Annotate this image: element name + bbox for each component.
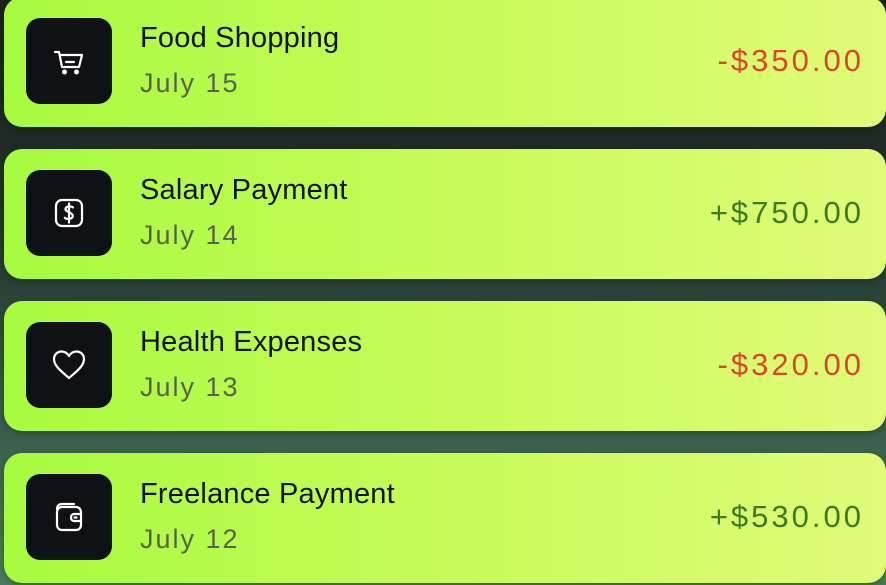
shopping-cart-icon [26,18,112,104]
transaction-item-health-expenses[interactable]: Health Expenses July 13 -$320.00 [4,301,886,431]
transaction-item-food-shopping[interactable]: Food Shopping July 15 -$350.00 [4,0,886,127]
transaction-item-freelance-payment[interactable]: Freelance Payment July 12 +$530.00 [4,453,886,583]
transaction-date: July 14 [140,220,240,250]
transaction-amount: -$320.00 [717,347,864,382]
transaction-amount: +$530.00 [709,499,864,534]
dollar-icon [26,170,112,256]
transaction-title: Health Expenses [140,326,363,358]
transaction-date: July 15 [140,68,240,98]
transaction-item-salary-payment[interactable]: Salary Payment July 14 +$750.00 [4,149,886,279]
transaction-title: Food Shopping [140,22,340,54]
transaction-list: Food Shopping July 15 -$350.00 Salary Pa… [4,0,886,583]
heart-icon [26,322,112,408]
transaction-title: Salary Payment [140,174,348,206]
transaction-date: July 12 [140,524,240,554]
transaction-title: Freelance Payment [140,478,395,510]
transaction-amount: -$350.00 [717,43,864,78]
transaction-date: July 13 [140,372,240,402]
wallet-icon [26,474,112,560]
transaction-amount: +$750.00 [709,195,864,230]
